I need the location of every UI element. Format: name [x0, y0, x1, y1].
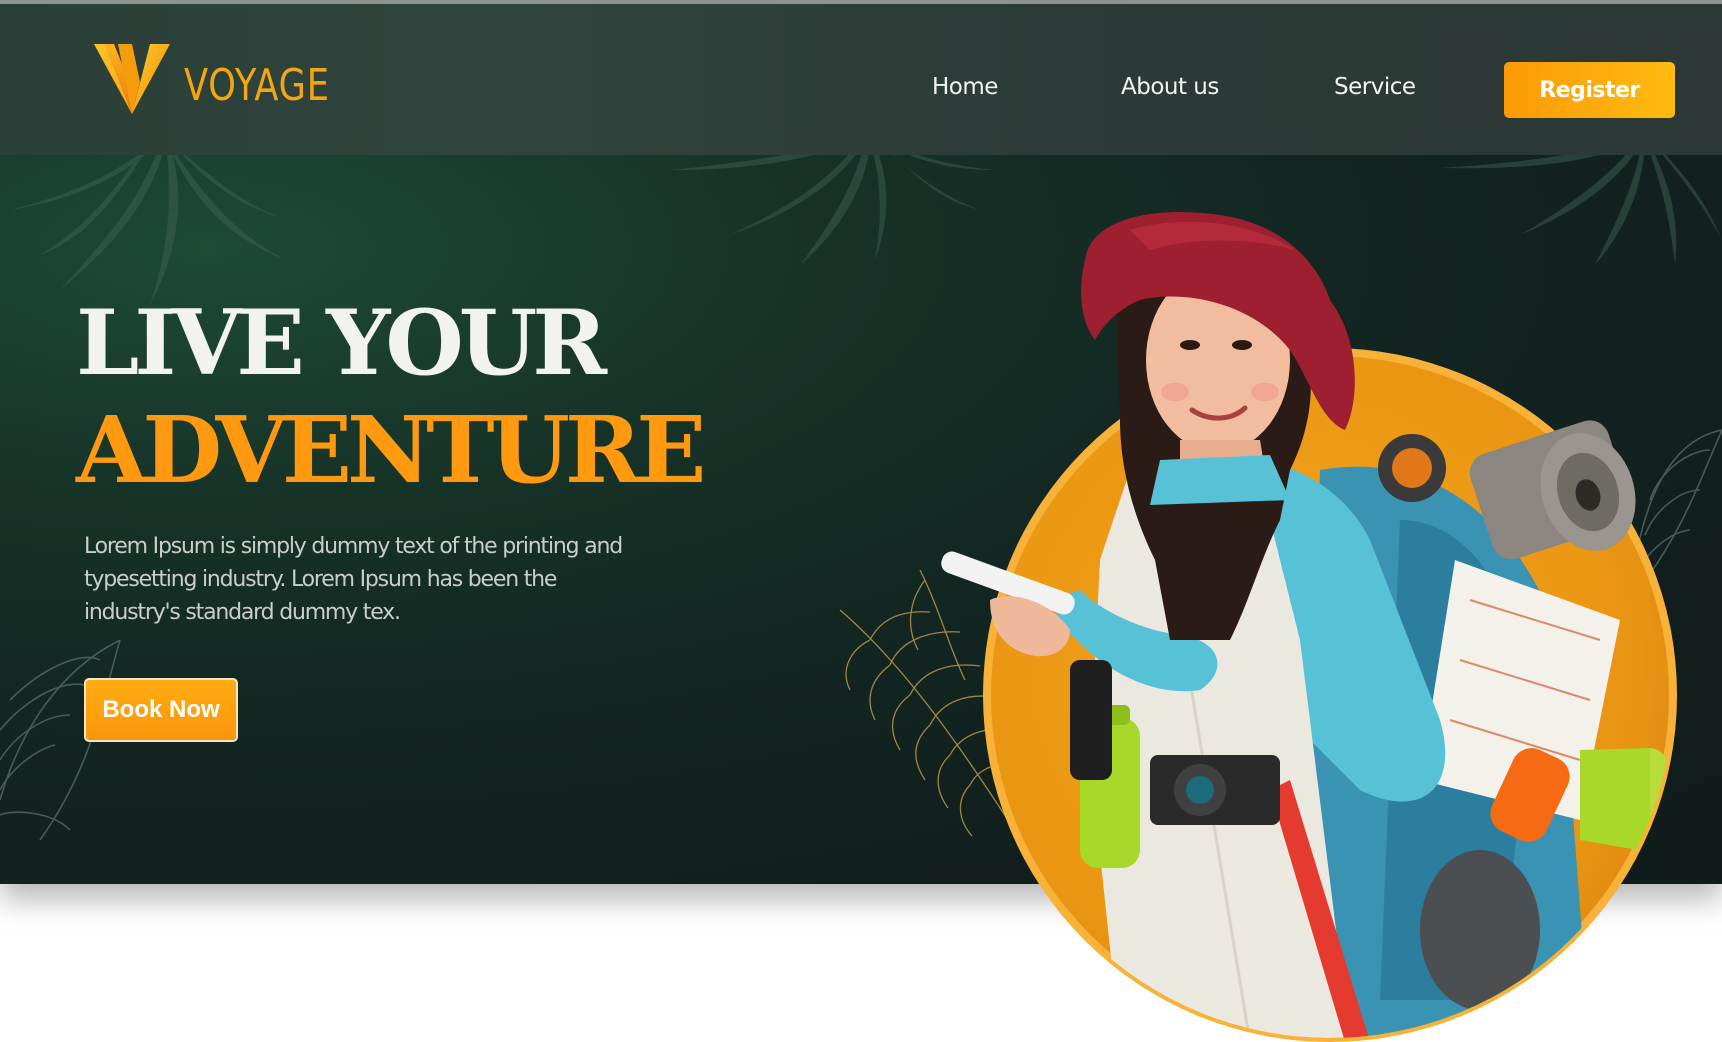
gold-fern-decoration [839, 570, 1041, 871]
navbar: VOYAGE Home About us Service Register [0, 4, 1722, 155]
headline-line-2: ADVENTURE [76, 396, 706, 504]
outline-leaf-right-decoration [1629, 429, 1722, 601]
hero-section: VOYAGE Home About us Service Register LI… [0, 0, 1722, 884]
register-button[interactable]: Register [1504, 62, 1675, 118]
nav-about-link[interactable]: About us [1121, 72, 1219, 102]
v-logo-icon[interactable] [92, 42, 172, 120]
palm-leaf-right-decoration [1440, 140, 1722, 265]
nav-home-link[interactable]: Home [932, 72, 998, 102]
hero-description: Lorem Ipsum is simply dummy text of the … [84, 534, 623, 625]
palm-leaf-left-decoration [10, 140, 290, 305]
headline-line-1: LIVE YOUR [76, 290, 607, 396]
palm-leaf-top-decoration [670, 140, 995, 265]
nav-service-link[interactable]: Service [1334, 72, 1416, 102]
brand-name[interactable]: VOYAGE [184, 62, 330, 110]
book-now-button[interactable]: Book Now [84, 678, 238, 742]
